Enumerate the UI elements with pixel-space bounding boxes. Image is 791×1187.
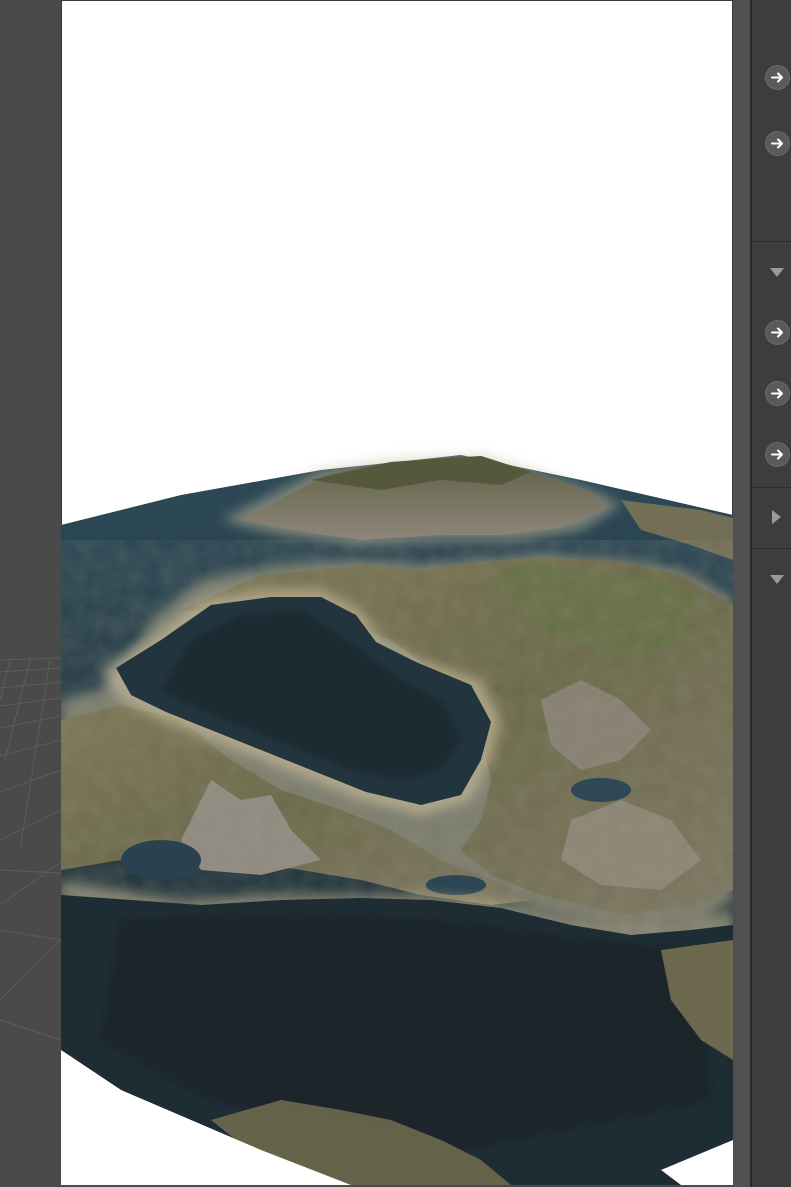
far-island bbox=[221, 455, 621, 545]
arrow-right-icon[interactable] bbox=[765, 381, 790, 406]
triangle-right-icon[interactable] bbox=[767, 509, 787, 525]
terrain-render bbox=[61, 455, 733, 1185]
arrow-right-icon[interactable] bbox=[765, 65, 790, 90]
panel-divider bbox=[752, 548, 791, 549]
triangle-down-icon[interactable] bbox=[767, 264, 787, 280]
arrow-right-icon[interactable] bbox=[765, 442, 790, 467]
panel-divider bbox=[752, 241, 791, 242]
panel-divider bbox=[752, 487, 791, 488]
viewport-right-strip bbox=[733, 0, 750, 1187]
triangle-down-icon[interactable] bbox=[767, 571, 787, 587]
right-panel bbox=[750, 0, 791, 1187]
arrow-right-icon[interactable] bbox=[765, 131, 790, 156]
viewport-left-strip bbox=[0, 0, 61, 1187]
render-view[interactable] bbox=[61, 0, 733, 1185]
arrow-right-icon[interactable] bbox=[765, 320, 790, 345]
